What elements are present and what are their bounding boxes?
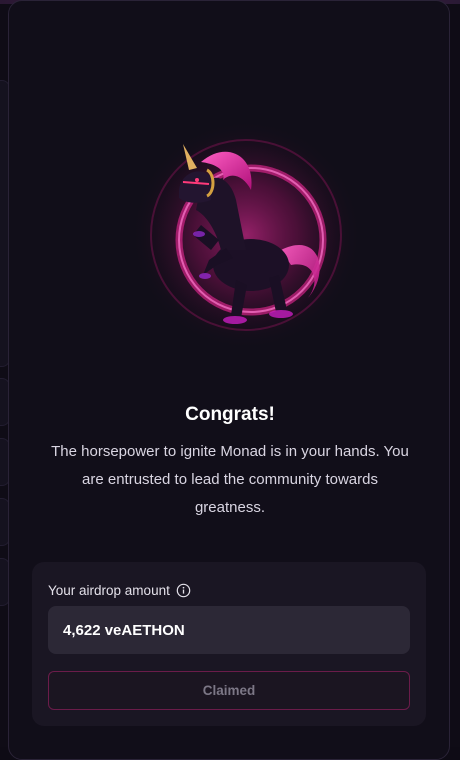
airdrop-card: Your airdrop amount 4,622 veAETHON Claim… xyxy=(32,562,426,726)
unicorn-illustration xyxy=(131,120,361,350)
info-icon[interactable] xyxy=(176,583,191,598)
airdrop-label-row: Your airdrop amount xyxy=(48,581,191,599)
airdrop-amount-label: Your airdrop amount xyxy=(48,582,170,598)
airdrop-amount-value: 4,622 veAETHON xyxy=(48,606,410,654)
claimed-button[interactable]: Claimed xyxy=(48,671,410,710)
congrats-description: The horsepower to ignite Monad is in you… xyxy=(51,443,409,516)
congrats-title: Congrats! xyxy=(185,404,275,425)
